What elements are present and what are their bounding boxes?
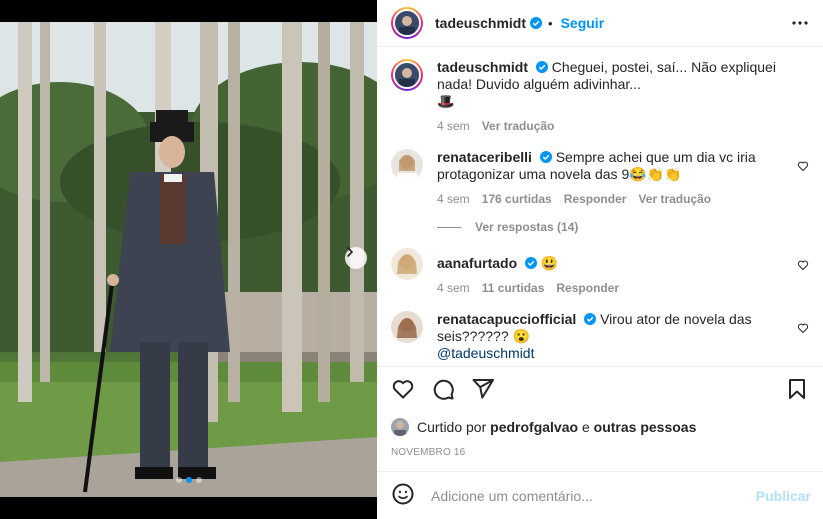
comment-input[interactable] [431, 487, 756, 504]
like-comment-button[interactable] [797, 159, 809, 175]
avatar-image [395, 11, 419, 35]
like-comment-button[interactable] [797, 258, 809, 274]
heart-icon [392, 379, 414, 398]
verified-badge-icon [525, 257, 538, 269]
post-actions-section: Curtido por pedrofgalvao e outras pessoa… [377, 366, 823, 467]
comment-button[interactable] [431, 377, 455, 404]
caption-row: tadeuschmidt Cheguei, postei, saí... Não… [391, 59, 809, 135]
comment-username[interactable]: renataceribelli [437, 149, 532, 165]
caption-username[interactable]: tadeuschmidt [437, 59, 528, 75]
caption-emoji: 🎩 [437, 93, 455, 109]
commenter-avatar[interactable] [391, 149, 423, 181]
carousel-dot [195, 477, 202, 483]
chevron-right-icon [347, 247, 354, 257]
follow-button[interactable]: Seguir [561, 15, 605, 31]
save-button[interactable] [785, 377, 809, 404]
comment-text: 😃 [540, 255, 559, 271]
likes-prefix: Curtido por [417, 419, 487, 435]
comment-icon [433, 379, 454, 400]
comment-username[interactable]: renatacapucciofficial [437, 311, 576, 327]
avatar-image [391, 248, 423, 280]
photo-illustration [0, 22, 377, 497]
post-photo[interactable] [0, 22, 377, 497]
post-side-panel: tadeuschmidt • Seguir tadeuschmidt Chegu… [377, 0, 823, 519]
comment-likes[interactable]: 176 curtidas [482, 191, 552, 208]
comment-username[interactable]: aanafurtado [437, 255, 517, 271]
comments-list[interactable]: tadeuschmidt Cheguei, postei, saí... Não… [377, 47, 823, 366]
translate-link[interactable]: Ver tradução [638, 191, 711, 208]
more-horizontal-icon [792, 21, 808, 25]
heart-icon [797, 260, 809, 271]
commenter-avatar[interactable] [391, 311, 423, 343]
likes-summary: Curtido por pedrofgalvao e outras pessoa… [391, 413, 809, 441]
caption-age[interactable]: 4 sem [437, 118, 470, 135]
avatar-image [391, 311, 423, 343]
reply-button[interactable]: Responder [556, 280, 619, 297]
emoji-button[interactable] [391, 482, 415, 509]
author-avatar[interactable] [391, 7, 423, 39]
post-header: tadeuschmidt • Seguir [377, 0, 823, 47]
caption-translate-link[interactable]: Ver tradução [482, 118, 555, 135]
bookmark-icon [789, 378, 805, 399]
verified-badge-icon [539, 151, 552, 163]
post-media [0, 0, 377, 519]
verified-badge-icon [584, 313, 597, 325]
verified-badge-icon [535, 61, 548, 73]
comment-mention-link[interactable]: @tadeuschmidt [437, 345, 787, 362]
reply-button[interactable]: Responder [564, 191, 627, 208]
liker-avatar[interactable] [391, 418, 409, 436]
like-comment-button[interactable] [797, 321, 809, 337]
emoji-icon [392, 483, 414, 505]
heart-icon [797, 323, 809, 334]
like-button[interactable] [391, 377, 415, 404]
comment-composer: Publicar [377, 471, 823, 519]
instagram-post-modal: tadeuschmidt • Seguir tadeuschmidt Chegu… [0, 0, 823, 519]
avatar-image [391, 418, 409, 436]
comment-row: aanafurtado 😃 4 sem 11 curtidas Responde… [391, 248, 809, 297]
caption-author-avatar[interactable] [391, 59, 423, 91]
view-replies-label: Ver respostas (14) [475, 220, 579, 234]
share-button[interactable] [471, 377, 495, 404]
comment-row: renataceribelli Sempre achei que um dia … [391, 149, 809, 208]
more-options-button[interactable] [789, 12, 811, 34]
carousel-dot [175, 477, 182, 483]
header-separator: • [548, 15, 553, 31]
view-replies-button[interactable]: Ver respostas (14) [437, 220, 809, 234]
heart-icon [797, 161, 809, 172]
post-date[interactable]: NOVEMBRO 16 [391, 447, 809, 467]
liker-username[interactable]: pedrofgalvao [490, 419, 578, 435]
author-username[interactable]: tadeuschmidt [435, 15, 526, 31]
comment-likes[interactable]: 11 curtidas [482, 280, 545, 297]
comment-age[interactable]: 4 sem [437, 280, 470, 297]
comment-row: renatacapucciofficial Virou ator de nove… [391, 311, 809, 362]
avatar-image [395, 63, 419, 87]
avatar-image [391, 149, 423, 181]
likes-connector: e [581, 419, 590, 435]
publish-button[interactable]: Publicar [756, 488, 811, 504]
carousel-dot-active [185, 477, 192, 483]
carousel-indicators [0, 477, 377, 483]
likes-others-link[interactable]: outras pessoas [594, 419, 697, 435]
action-bar [391, 367, 809, 413]
carousel-next-button[interactable] [345, 247, 367, 269]
commenter-avatar[interactable] [391, 248, 423, 280]
verified-badge-icon [530, 17, 543, 29]
comment-age[interactable]: 4 sem [437, 191, 470, 208]
share-icon [472, 378, 494, 399]
